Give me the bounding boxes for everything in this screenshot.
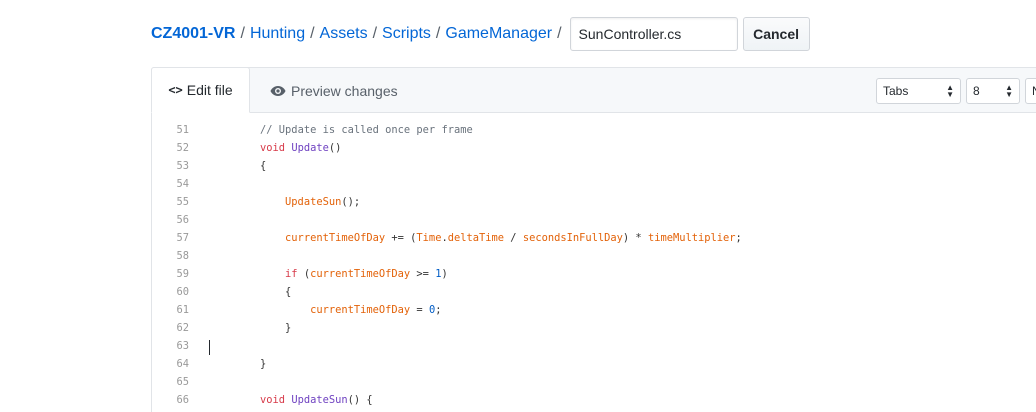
- code-line[interactable]: 59 if (currentTimeOfDay >= 1): [152, 265, 1036, 283]
- line-number: 60: [176, 286, 189, 298]
- breadcrumb-separator: /: [240, 25, 245, 42]
- tab-edit-file-label: Edit file: [186, 82, 233, 98]
- code-line-text[interactable]: void Update(): [235, 142, 341, 154]
- code-line-text[interactable]: }: [235, 322, 291, 334]
- code-line[interactable]: 66 void UpdateSun() {: [152, 391, 1036, 409]
- text-cursor: [209, 340, 210, 355]
- code-line-text[interactable]: }: [235, 358, 266, 370]
- tab-edit-file[interactable]: <> Edit file: [151, 67, 250, 113]
- breadcrumb: CZ4001-VR / Hunting / Assets / Scripts /…: [151, 17, 810, 51]
- code-line-text[interactable]: void UpdateSun() {: [235, 394, 373, 406]
- breadcrumb-gamemanager-link[interactable]: GameManager: [445, 25, 552, 43]
- line-number: 54: [176, 178, 189, 190]
- breadcrumb-separator: /: [372, 25, 378, 42]
- code-line-text[interactable]: currentTimeOfDay += (Time.deltaTime / se…: [235, 232, 742, 244]
- code-line-text[interactable]: currentTimeOfDay = 0;: [235, 304, 441, 316]
- eye-icon: [270, 85, 286, 97]
- code-line[interactable]: 53 {: [152, 157, 1036, 175]
- code-line[interactable]: 61 currentTimeOfDay = 0;: [152, 301, 1036, 319]
- select-arrows-icon: ▲ ▼: [1005, 83, 1013, 99]
- line-number: 64: [176, 358, 189, 370]
- breadcrumb-assets-link[interactable]: Assets: [320, 25, 368, 43]
- line-number: 61: [176, 304, 189, 316]
- line-number: 56: [176, 214, 189, 226]
- editor-tab-bar: <> Edit file Preview changes Tabs ▲ ▼ 8 ▲…: [151, 67, 1036, 113]
- code-line-text[interactable]: {: [235, 286, 291, 298]
- indent-size-select[interactable]: 8 ▲ ▼: [966, 78, 1020, 104]
- tab-preview-changes-label: Preview changes: [291, 82, 398, 99]
- code-line[interactable]: 63: [152, 337, 1036, 355]
- breadcrumb-hunting-link[interactable]: Hunting: [250, 25, 305, 43]
- code-line-text[interactable]: if (currentTimeOfDay >= 1): [235, 268, 448, 280]
- code-line[interactable]: 64 }: [152, 355, 1036, 373]
- tab-preview-changes[interactable]: Preview changes: [270, 68, 398, 113]
- code-line[interactable]: 54: [152, 175, 1036, 193]
- line-number: 57: [176, 232, 189, 244]
- line-number: 59: [176, 268, 189, 280]
- cancel-button[interactable]: Cancel: [742, 17, 810, 51]
- indent-mode-value: Tabs: [883, 84, 909, 98]
- code-editor[interactable]: 51 // Update is called once per frame 52 …: [152, 121, 1036, 409]
- line-number: 55: [176, 196, 189, 208]
- code-line[interactable]: 58: [152, 247, 1036, 265]
- line-number: 65: [176, 376, 189, 388]
- line-number: 51: [176, 124, 189, 136]
- code-line[interactable]: 65: [152, 373, 1036, 391]
- select-arrows-icon: ▲ ▼: [946, 83, 954, 99]
- code-line-text[interactable]: {: [235, 160, 266, 172]
- code-icon: <>: [168, 83, 183, 97]
- code-line[interactable]: 56: [152, 211, 1036, 229]
- file-editor: <> Edit file Preview changes Tabs ▲ ▼ 8 ▲…: [151, 67, 1036, 412]
- line-number: 53: [176, 160, 189, 172]
- code-line[interactable]: 51 // Update is called once per frame: [152, 121, 1036, 139]
- indent-mode-select[interactable]: Tabs ▲ ▼: [876, 78, 961, 104]
- code-line[interactable]: 62 }: [152, 319, 1036, 337]
- line-number: 62: [176, 322, 189, 334]
- code-line[interactable]: 57 currentTimeOfDay += (Time.deltaTime /…: [152, 229, 1036, 247]
- line-number: 66: [176, 394, 189, 406]
- code-line[interactable]: 52 void Update(): [152, 139, 1036, 157]
- indent-size-value: 8: [973, 84, 980, 98]
- filename-input[interactable]: [569, 17, 738, 51]
- code-line[interactable]: 60 {: [152, 283, 1036, 301]
- breadcrumb-separator: /: [557, 25, 562, 42]
- breadcrumb-separator: /: [310, 25, 315, 42]
- code-line-text[interactable]: // Update is called once per frame: [235, 124, 473, 136]
- breadcrumb-scripts-link[interactable]: Scripts: [382, 25, 431, 43]
- breadcrumb-separator: /: [435, 25, 441, 42]
- breadcrumb-repo-link[interactable]: CZ4001-VR: [151, 25, 235, 43]
- line-number: 58: [176, 250, 189, 262]
- wrap-mode-select[interactable]: N: [1025, 78, 1036, 104]
- wrap-mode-value: N: [1032, 84, 1036, 98]
- line-number: 52: [176, 142, 189, 154]
- code-line[interactable]: 55 UpdateSun();: [152, 193, 1036, 211]
- code-line-text[interactable]: UpdateSun();: [235, 196, 360, 208]
- line-number: 63: [176, 340, 189, 352]
